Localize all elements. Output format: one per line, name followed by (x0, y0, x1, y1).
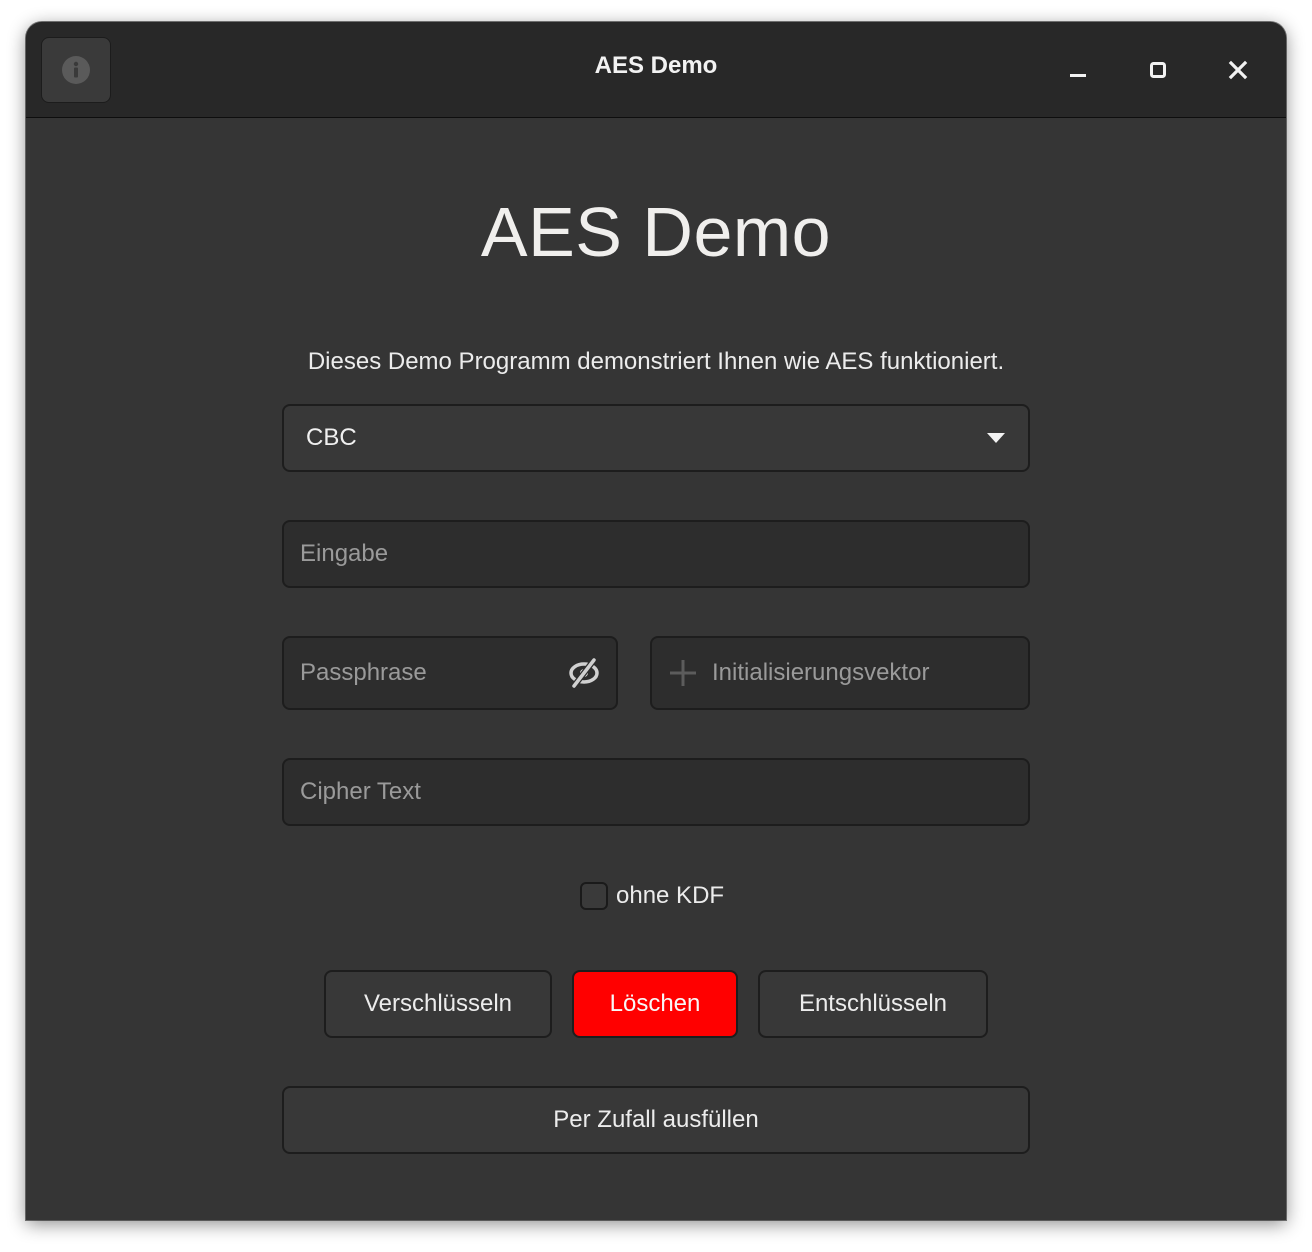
decrypt-button[interactable]: Entschlüsseln (758, 970, 988, 1038)
eye-slash-icon[interactable] (568, 658, 600, 688)
encrypt-button[interactable]: Verschlüsseln (324, 970, 552, 1038)
input-placeholder: Eingabe (300, 540, 389, 567)
title-bar: AES Demo (26, 22, 1286, 118)
iv-field[interactable]: Initialisierungsvektor (650, 636, 1030, 710)
app-window: AES Demo AES Demo Dieses Demo Programm d… (26, 22, 1286, 1220)
kdf-checkbox-row[interactable]: ohne KDF (580, 882, 724, 910)
delete-button[interactable]: Löschen (572, 970, 738, 1038)
mode-select[interactable]: CBC (282, 404, 1030, 472)
close-icon (1228, 60, 1248, 80)
minimize-button[interactable] (1058, 50, 1098, 90)
passphrase-placeholder: Passphrase (300, 659, 427, 686)
random-fill-button[interactable]: Per Zufall ausfüllen (282, 1086, 1030, 1154)
chevron-down-icon (987, 433, 1005, 443)
maximize-icon (1150, 62, 1166, 78)
maximize-button[interactable] (1138, 50, 1178, 90)
page-heading: AES Demo (480, 193, 832, 271)
minimize-icon (1070, 74, 1086, 77)
input-field[interactable]: Eingabe (282, 520, 1030, 588)
iv-placeholder: Initialisierungsvektor (712, 659, 930, 686)
mode-select-value: CBC (306, 424, 357, 451)
cipher-text-field[interactable]: Cipher Text (282, 758, 1030, 826)
description-text: Dieses Demo Programm demonstriert Ihnen … (307, 348, 1005, 375)
plus-icon[interactable] (668, 658, 698, 688)
kdf-checkbox-label[interactable]: ohne KDF (616, 882, 724, 910)
close-button[interactable] (1218, 50, 1258, 90)
kdf-checkbox[interactable] (580, 882, 608, 910)
cipher-text-placeholder: Cipher Text (300, 778, 421, 805)
passphrase-field[interactable]: Passphrase (282, 636, 618, 710)
main-content: AES Demo Dieses Demo Programm demonstrie… (26, 118, 1286, 1220)
